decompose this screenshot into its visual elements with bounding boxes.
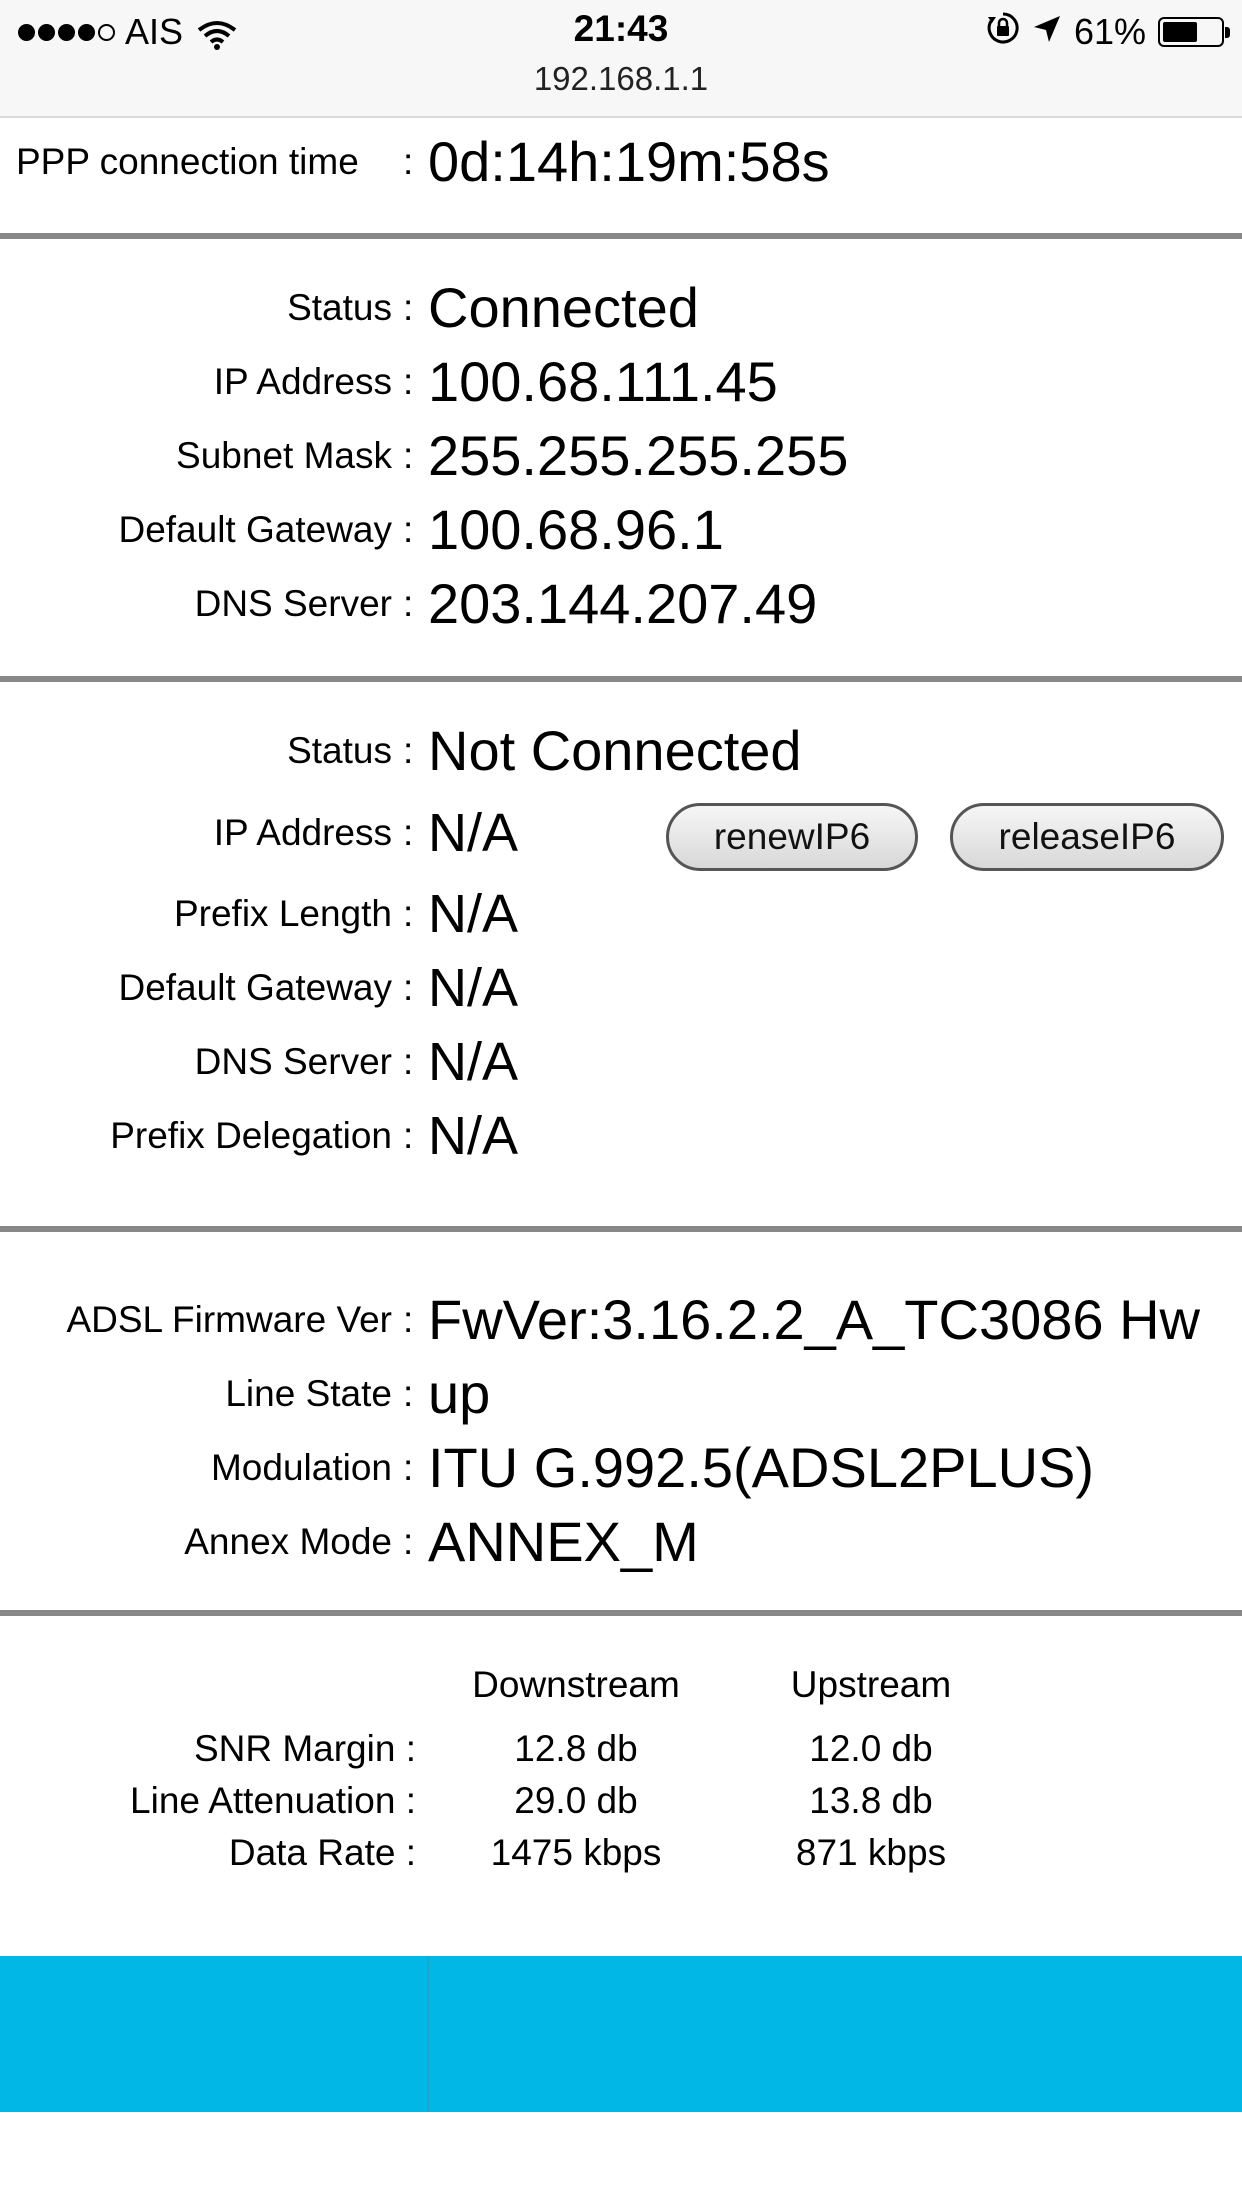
downstream-cell: 29.0 db (514, 1780, 638, 1821)
field-label: Subnet Mask (176, 435, 392, 476)
address-bar-url[interactable]: 192.168.1.1 (0, 60, 1242, 98)
ppp-connection-value: 0d:14h:19m:58s (428, 130, 830, 193)
table-row: Data Rate : 1475 kbps 871 kbps (0, 1828, 1242, 1878)
adsl-firmware-row: ADSL Firmware Ver : FwVer:3.16.2.2_A_TC3… (0, 1290, 1242, 1350)
row-label: Data Rate : (228, 1832, 416, 1873)
upstream-cell: 13.8 db (809, 1780, 933, 1821)
ipv4-gateway-row: Default Gateway : 100.68.96.1 (0, 500, 1242, 560)
adsl-firmware-value: FwVer:3.16.2.2_A_TC3086 Hw (428, 1290, 1200, 1350)
ipv4-dns-row: DNS Server : 203.144.207.49 (0, 574, 1242, 634)
ipv6-status-value: Not Connected (428, 719, 802, 782)
ipv6-gateway-value: N/A (428, 958, 519, 1018)
section-divider (0, 676, 1242, 682)
section-divider (0, 1610, 1242, 1616)
status-bar: AIS 21:43 192.168.1.1 61% (0, 0, 1242, 118)
column-header-downstream: Downstream (472, 1664, 680, 1705)
battery-icon (1158, 17, 1230, 47)
table-row: SNR Margin : 12.8 db 12.0 db (0, 1724, 1242, 1774)
ipv6-dns-value: N/A (428, 1032, 519, 1092)
field-label: Prefix Delegation (110, 1115, 392, 1156)
ipv4-ip-value: 100.68.111.45 (428, 350, 778, 413)
colon: : (403, 435, 414, 476)
field-label: Default Gateway (118, 967, 392, 1008)
ipv6-prefix-delegation-row: Prefix Delegation : N/A (0, 1106, 1242, 1166)
ipv4-dns-value: 203.144.207.49 (428, 572, 818, 635)
row-label: SNR Margin : (193, 1728, 416, 1769)
colon: : (403, 509, 414, 550)
colon: : (403, 1447, 414, 1488)
colon: : (403, 141, 414, 182)
section-divider (0, 233, 1242, 239)
ipv6-status-row: Status : Not Connected (0, 721, 1242, 781)
ipv4-ip-row: IP Address : 100.68.111.45 (0, 352, 1242, 412)
release-ip6-button[interactable]: releaseIP6 (950, 803, 1224, 871)
ipv6-prefix-delegation-value: N/A (428, 1106, 519, 1166)
adsl-modulation-row: Modulation : ITU G.992.5(ADSL2PLUS) (0, 1438, 1242, 1498)
field-label: DNS Server (194, 1041, 392, 1082)
row-label: Line Attenuation : (130, 1780, 416, 1821)
colon: : (403, 730, 414, 771)
ipv4-subnet-row: Subnet Mask : 255.255.255.255 (0, 426, 1242, 486)
colon: : (403, 1041, 414, 1082)
field-label: ADSL Firmware Ver (66, 1299, 392, 1340)
adsl-modulation-value: ITU G.992.5(ADSL2PLUS) (428, 1436, 1095, 1499)
downstream-cell: 1475 kbps (490, 1832, 662, 1873)
adsl-line-state-row: Line State : up (0, 1364, 1242, 1424)
adsl-annex-row: Annex Mode : ANNEX_M (0, 1512, 1242, 1572)
upstream-cell: 871 kbps (795, 1832, 947, 1873)
status-right: 61% (986, 10, 1230, 54)
table-row: Line Attenuation : 29.0 db 13.8 db (0, 1776, 1242, 1826)
colon: : (403, 967, 414, 1008)
colon: : (403, 1299, 414, 1340)
colon: : (403, 812, 414, 853)
downstream-cell: 12.8 db (514, 1728, 638, 1769)
field-label: Status (287, 287, 392, 328)
field-label: Annex Mode (184, 1521, 392, 1562)
ipv4-status-row: Status : Connected (0, 278, 1242, 338)
orientation-lock-icon (986, 11, 1020, 54)
colon: : (403, 361, 414, 402)
renew-ip6-button[interactable]: renewIP6 (666, 803, 918, 871)
ipv6-prefix-length-value: N/A (428, 884, 519, 944)
adsl-annex-value: ANNEX_M (428, 1510, 699, 1573)
ipv4-status-value: Connected (428, 276, 699, 339)
ipv6-gateway-row: Default Gateway : N/A (0, 958, 1242, 1018)
colon: : (403, 1521, 414, 1562)
field-label: Modulation (210, 1447, 392, 1488)
field-label: Line State (225, 1373, 392, 1414)
field-label: Status (287, 730, 392, 771)
ipv6-prefix-length-row: Prefix Length : N/A (0, 884, 1242, 944)
location-arrow-icon (1032, 11, 1062, 53)
battery-percent: 61% (1073, 11, 1146, 52)
ipv6-dns-row: DNS Server : N/A (0, 1032, 1242, 1092)
ipv4-subnet-value: 255.255.255.255 (428, 424, 849, 487)
field-label: DNS Server (194, 583, 392, 624)
ipv6-ip-value: N/A (428, 803, 519, 863)
colon: : (403, 287, 414, 328)
colon: : (403, 583, 414, 624)
upstream-cell: 12.0 db (809, 1728, 933, 1769)
ipv4-gateway-value: 100.68.96.1 (428, 498, 724, 561)
colon: : (403, 1115, 414, 1156)
footer-separator (427, 1956, 429, 2112)
footer-bar (0, 1956, 1242, 2112)
field-label: IP Address (213, 361, 392, 402)
section-divider (0, 1226, 1242, 1232)
field-label: Prefix Length (173, 893, 392, 934)
field-label: Default Gateway (118, 509, 392, 550)
colon: : (403, 1373, 414, 1414)
ppp-connection-row: PPP connection time : 0d:14h:19m:58s (0, 132, 1242, 192)
adsl-line-state-value: up (428, 1362, 491, 1425)
field-label: IP Address (213, 812, 392, 853)
ppp-connection-label: PPP connection time (16, 141, 359, 182)
column-header-upstream: Upstream (790, 1664, 952, 1705)
colon: : (403, 893, 414, 934)
